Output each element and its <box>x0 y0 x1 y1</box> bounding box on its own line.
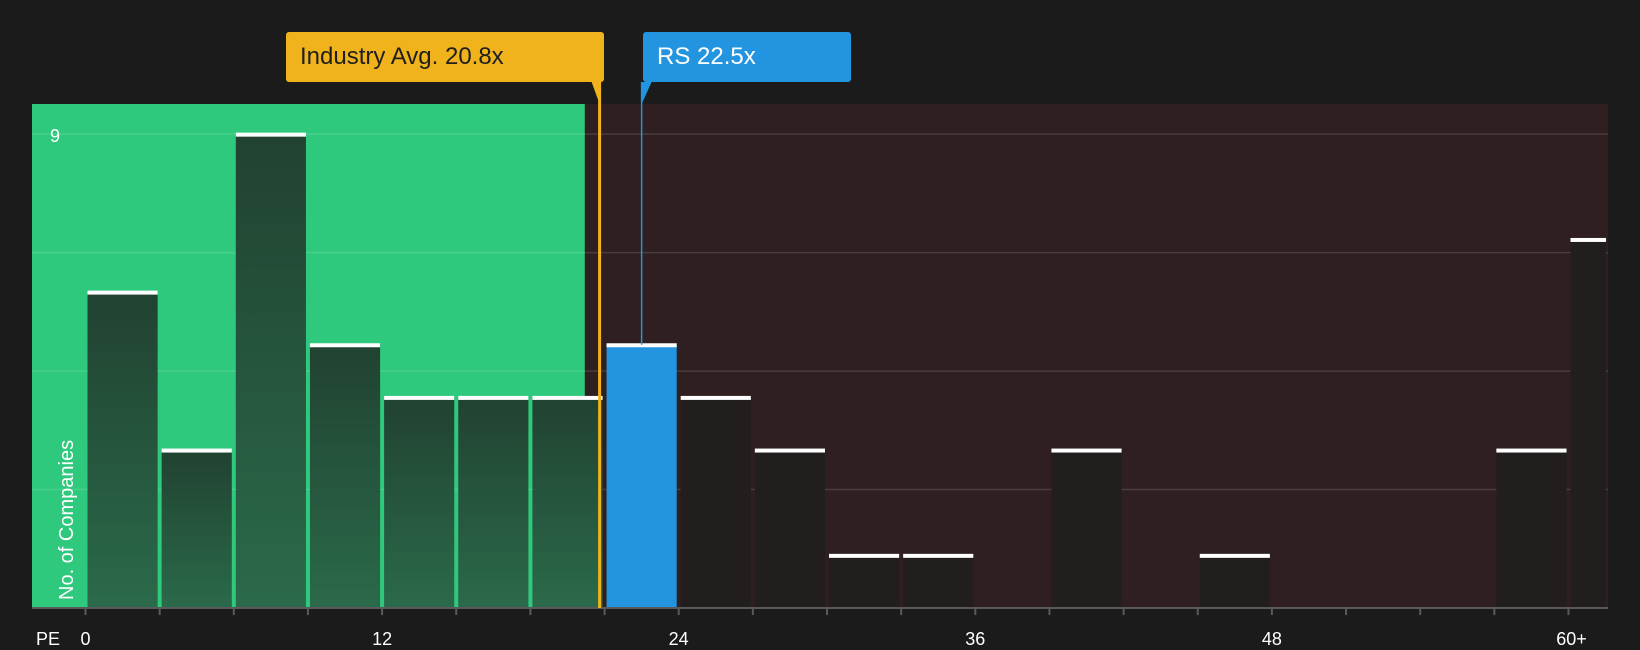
pe-histogram <box>32 82 1608 615</box>
bar-cap <box>1570 237 1606 242</box>
bar-cap <box>903 553 974 558</box>
company-pe-callout: RS 22.5x <box>643 32 851 82</box>
bar-cap <box>829 553 900 558</box>
bar-cap <box>1496 448 1567 453</box>
histogram-bar <box>903 555 974 608</box>
bar-cap <box>309 343 381 348</box>
y-axis-label: No. of Companies <box>56 439 78 600</box>
bar-cap <box>161 448 232 453</box>
histogram-bar <box>384 397 455 608</box>
bar-cap <box>532 395 603 400</box>
histogram-bar <box>1570 239 1606 608</box>
industry-average-callout: Industry Avg. 20.8x <box>286 32 604 82</box>
histogram-bar <box>532 397 603 608</box>
y-axis-max-label: 9 <box>50 126 61 146</box>
bar-cap <box>235 132 306 137</box>
histogram-bar <box>1199 555 1270 608</box>
histogram-bar <box>309 344 381 608</box>
x-tick-label: 12 <box>372 629 393 649</box>
bar-cap <box>1051 448 1122 453</box>
histogram-bar <box>680 397 751 608</box>
histogram-bar <box>87 292 158 608</box>
bar-cap <box>87 290 158 295</box>
company-bin-bar <box>606 344 677 608</box>
x-tick-label: 48 <box>1261 629 1282 649</box>
histogram-bar <box>458 397 529 608</box>
x-axis-ticks <box>84 608 1570 615</box>
histogram-bar <box>829 555 900 608</box>
x-tick-label: 0 <box>80 629 91 649</box>
x-tick-label: 36 <box>965 629 986 649</box>
bar-cap <box>680 395 751 400</box>
bar-cap <box>384 395 455 400</box>
bar-cap <box>754 448 825 453</box>
histogram-bar <box>754 450 825 608</box>
bar-cap <box>458 395 529 400</box>
histogram-bar <box>1496 450 1567 608</box>
histogram-bar <box>1051 450 1122 608</box>
bar-cap <box>1199 553 1270 558</box>
x-tick-label: 60+ <box>1556 629 1587 649</box>
x-axis-label: PE <box>36 629 61 649</box>
histogram-bar <box>161 450 232 608</box>
company-callout-pointer <box>641 82 652 104</box>
x-tick-label: 24 <box>668 629 689 649</box>
histogram-bar <box>235 134 306 608</box>
